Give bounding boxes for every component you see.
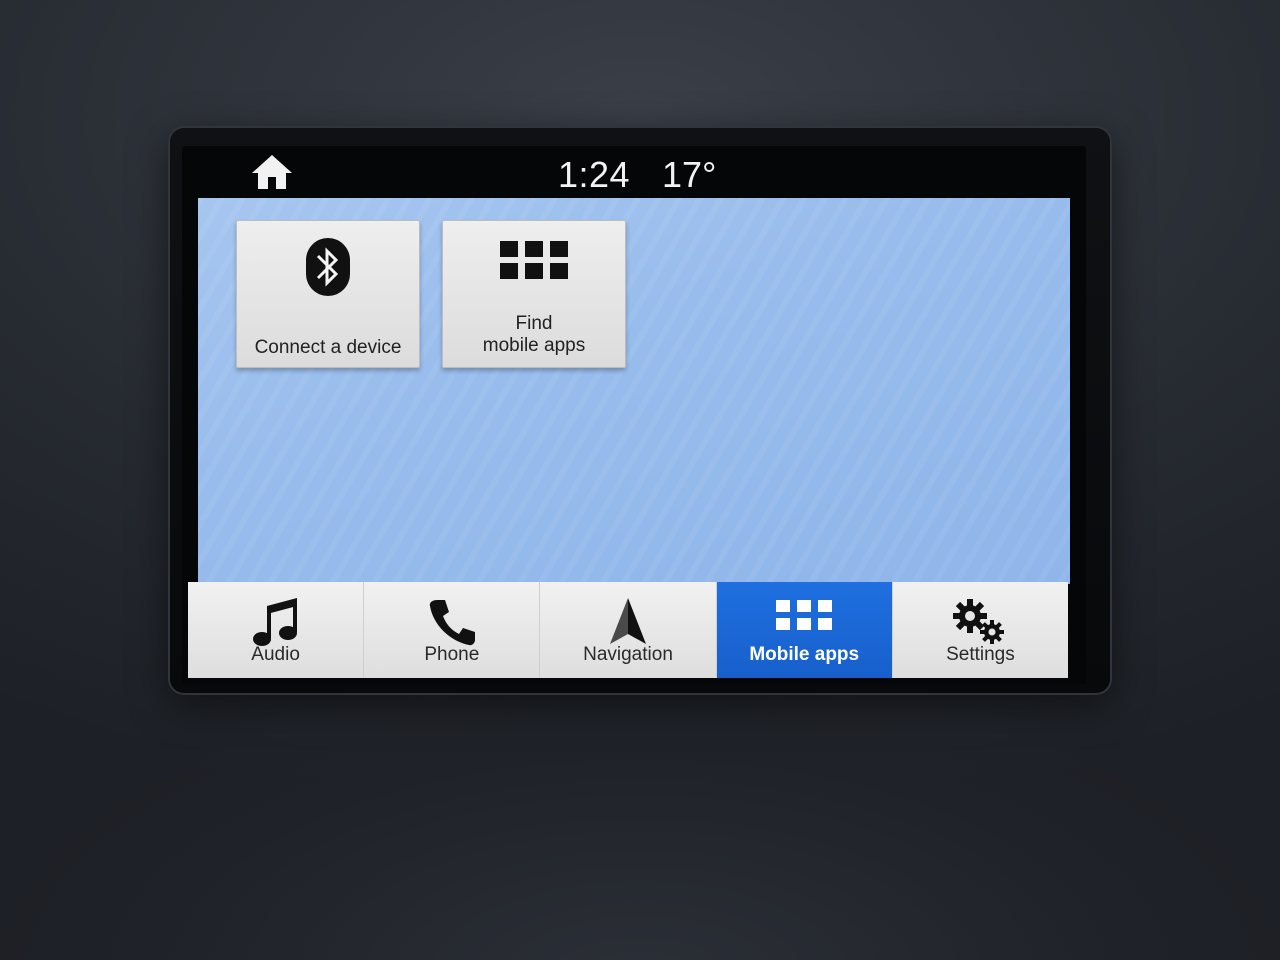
nav-mobile-apps[interactable]: Mobile apps [716,582,893,678]
home-icon [252,155,292,189]
apps-grid-icon [776,600,833,630]
phone-icon [429,600,475,646]
music-note-icon [252,598,297,646]
nav-settings[interactable]: Settings [893,582,1068,678]
nav-label: Audio [251,644,300,665]
nav-phone[interactable]: Phone [364,582,541,678]
home-button[interactable] [250,152,294,192]
outside-temperature: 17° [662,154,717,195]
tile-label: Find mobile apps [482,313,586,356]
nav-label: Navigation [583,644,673,665]
find-mobile-apps-tile[interactable]: Find mobile apps [442,220,626,368]
navigation-arrow-icon [610,598,646,644]
nav-navigation[interactable]: Navigation [540,582,717,678]
tile-label: Connect a device [254,337,402,358]
main-content-area: Connect a device Find mobile apps [198,198,1070,584]
nav-label: Settings [946,644,1015,665]
infotainment-screen: 1:24 17° Connect a device Find mobile ap… [182,146,1086,684]
nav-audio[interactable]: Audio [188,582,365,678]
connect-device-tile[interactable]: Connect a device [236,220,420,368]
apps-grid-icon [500,241,568,279]
gear-icon [953,599,1005,644]
clock: 1:24 [558,154,631,195]
bottom-nav-bar: Audio Phone Navigation Mobile apps Setti… [188,582,1068,678]
status-bar: 1:24 17° [182,146,1086,195]
nav-label: Phone [424,644,480,665]
bluetooth-icon [306,238,350,296]
nav-label: Mobile apps [749,644,860,665]
